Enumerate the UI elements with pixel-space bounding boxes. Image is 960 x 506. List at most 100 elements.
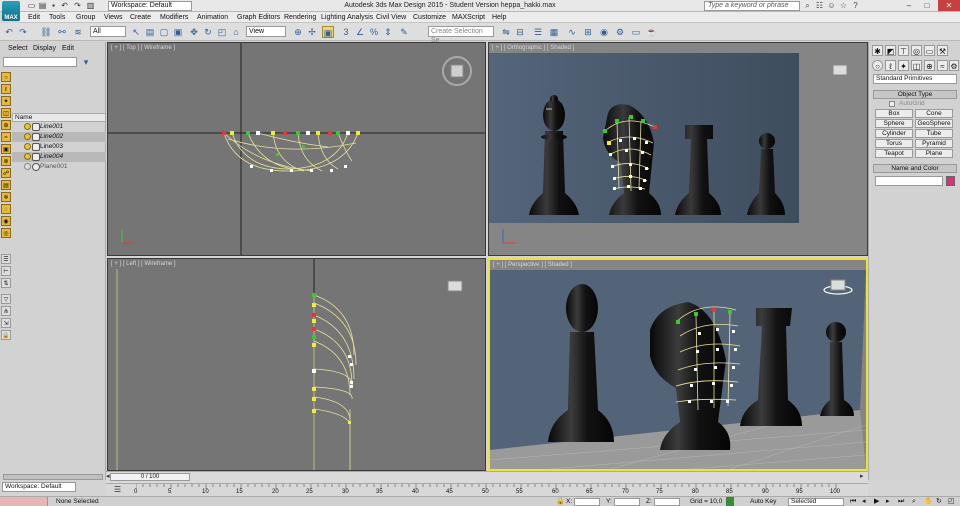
display-helpers-icon[interactable]: ⊕ (1, 120, 11, 130)
snaps-toggle-icon[interactable]: 3 (340, 26, 352, 38)
menu-views[interactable]: Views (100, 12, 127, 23)
geosphere-button[interactable]: GeoSphere (915, 119, 953, 128)
time-slider[interactable]: 0 / 100 (110, 473, 190, 481)
object-type-rollout[interactable]: Object Type (873, 90, 957, 99)
cylinder-button[interactable]: Cylinder (875, 129, 913, 138)
display-all-icon[interactable]: ◉ (1, 216, 11, 226)
y-coordinate-field[interactable] (614, 498, 640, 506)
pan-icon[interactable]: ✋ (924, 497, 934, 506)
maximize-button[interactable]: □ (918, 0, 936, 11)
menu-graph-editors[interactable]: Graph Editors (233, 12, 284, 23)
selection-filter-dropdown[interactable]: All (90, 26, 126, 37)
binoculars-icon[interactable]: ⌕ (802, 1, 813, 11)
create-tab-icon[interactable]: ✱ (872, 45, 883, 56)
systems-icon[interactable]: ⚙ (949, 60, 959, 71)
box-button[interactable]: Box (875, 109, 913, 118)
display-cameras-icon[interactable]: ◫ (1, 108, 11, 118)
geometry-icon[interactable]: ○ (872, 60, 883, 71)
lights-icon[interactable]: ✦ (898, 60, 909, 71)
column-header-name[interactable]: Name (12, 113, 106, 122)
viewport-left[interactable]: [ + ] [ Left ] [ Wireframe ] (107, 258, 486, 471)
horizontal-scrollbar[interactable] (3, 474, 103, 480)
go-to-end-icon[interactable]: ⏭ (898, 497, 908, 506)
workspace-selector[interactable]: Workspace: Default (2, 482, 76, 492)
display-spacewarps-icon[interactable]: ≈ (1, 132, 11, 142)
save-icon[interactable]: ▪ (48, 1, 59, 11)
tab-select[interactable]: Select (8, 45, 27, 52)
cameras-icon[interactable]: ◫ (911, 60, 922, 71)
display-xrefs-icon[interactable]: ⊗ (1, 156, 11, 166)
display-groups-icon[interactable]: ▣ (1, 144, 11, 154)
utilities-tab-icon[interactable]: ⚒ (937, 45, 948, 56)
material-editor-icon[interactable]: ◉ (598, 26, 610, 38)
display-hidden-icon[interactable]: ◌ (1, 204, 11, 214)
scale-icon[interactable]: ◰ (216, 26, 228, 38)
mini-curve-editor-icon[interactable]: ☰ (114, 485, 124, 495)
light-bulb-icon[interactable] (24, 123, 31, 130)
keyboard-shortcut-icon[interactable]: ▣ (322, 26, 334, 38)
menu-maxscript[interactable]: MAXScript (448, 12, 489, 23)
search-input[interactable]: Type a keyword or phrase (704, 1, 800, 11)
reference-coordinate-dropdown[interactable]: View (246, 26, 286, 37)
tab-display[interactable]: Display (33, 45, 56, 52)
menu-lighting-analysis[interactable]: Lighting Analysis (317, 12, 377, 23)
bind-space-warp-icon[interactable]: ≋ (72, 26, 84, 38)
object-name-field[interactable] (875, 176, 943, 186)
teapot-button[interactable]: Teapot (875, 149, 913, 158)
display-bones-icon[interactable]: ☍ (1, 168, 11, 178)
menu-rendering[interactable]: Rendering (280, 12, 320, 23)
shapes-icon[interactable]: ℓ (885, 60, 896, 71)
zoom-icon[interactable]: ⌕ (912, 497, 922, 506)
mirror-icon[interactable]: ⇋ (500, 26, 512, 38)
maximize-viewport-icon[interactable]: ◰ (948, 497, 958, 506)
render-production-icon[interactable]: ☕ (646, 26, 658, 38)
menu-create[interactable]: Create (126, 12, 155, 23)
lock-icon[interactable]: 🔒 (1, 330, 11, 340)
open-file-icon[interactable]: ▤ (37, 1, 48, 11)
display-geometry-icon[interactable]: ○ (1, 72, 11, 82)
display-lights-icon[interactable]: ✦ (1, 96, 11, 106)
rect-selection-icon[interactable]: ▢ (158, 26, 170, 38)
spinner-snap-icon[interactable]: ⇕ (382, 26, 394, 38)
play-icon[interactable]: ▶ (874, 497, 884, 506)
menu-help[interactable]: Help (488, 12, 510, 23)
category-dropdown[interactable]: Standard Primitives (873, 74, 957, 84)
light-bulb-icon[interactable] (24, 153, 31, 160)
select-by-name-icon[interactable]: ▤ (144, 26, 156, 38)
select-object-icon[interactable]: ↖ (130, 26, 142, 38)
pivot-center-icon[interactable]: ⊕ (292, 26, 304, 38)
orbit-icon[interactable]: ↻ (936, 497, 946, 506)
modify-tab-icon[interactable]: ◩ (885, 45, 896, 56)
rendered-frame-icon[interactable]: ▭ (630, 26, 642, 38)
select-dependents-icon[interactable]: ⇲ (1, 318, 11, 328)
display-frozen-icon[interactable]: ❄ (1, 192, 11, 202)
minimize-button[interactable]: – (900, 0, 918, 11)
cone-button[interactable]: Cone (915, 109, 953, 118)
viewport-perspective[interactable]: [ + ] [ Perspective ] [ Shaded ] (488, 258, 868, 471)
tube-button[interactable]: Tube (915, 129, 953, 138)
next-key-icon[interactable]: ▸ (886, 497, 896, 506)
menu-tools[interactable]: Tools (45, 12, 69, 23)
schematic-view-icon[interactable]: ⊞ (582, 26, 594, 38)
prev-key-icon[interactable]: ◂ (862, 497, 872, 506)
project-folder-icon[interactable]: ▥ (85, 1, 96, 11)
lock-selection-icon[interactable]: 🔒 (556, 498, 565, 506)
auto-key-button[interactable]: Auto Key (750, 498, 776, 506)
menu-civil-view[interactable]: Civil View (372, 12, 410, 23)
new-file-icon[interactable]: ▭ (26, 1, 37, 11)
graphite-ribbon-icon[interactable]: ▦ (548, 26, 560, 38)
z-coordinate-field[interactable] (654, 498, 680, 506)
display-containers-icon[interactable]: ▤ (1, 180, 11, 190)
list-item[interactable]: Plane001 (12, 162, 106, 172)
select-link-icon[interactable]: ⛓ (40, 26, 52, 38)
x-coordinate-field[interactable] (574, 498, 600, 506)
autogrid-checkbox[interactable] (889, 101, 895, 107)
light-bulb-off-icon[interactable] (24, 163, 31, 170)
sort-icon[interactable]: ⇅ (1, 278, 11, 288)
angle-snap-icon[interactable]: ∠ (354, 26, 366, 38)
display-tab-icon[interactable]: ▭ (924, 45, 935, 56)
list-item[interactable]: Line001 (12, 122, 106, 132)
window-crossing-icon[interactable]: ▣ (172, 26, 184, 38)
workspace-dropdown[interactable]: Workspace: Default (108, 1, 192, 11)
menu-group[interactable]: Group (72, 12, 99, 23)
